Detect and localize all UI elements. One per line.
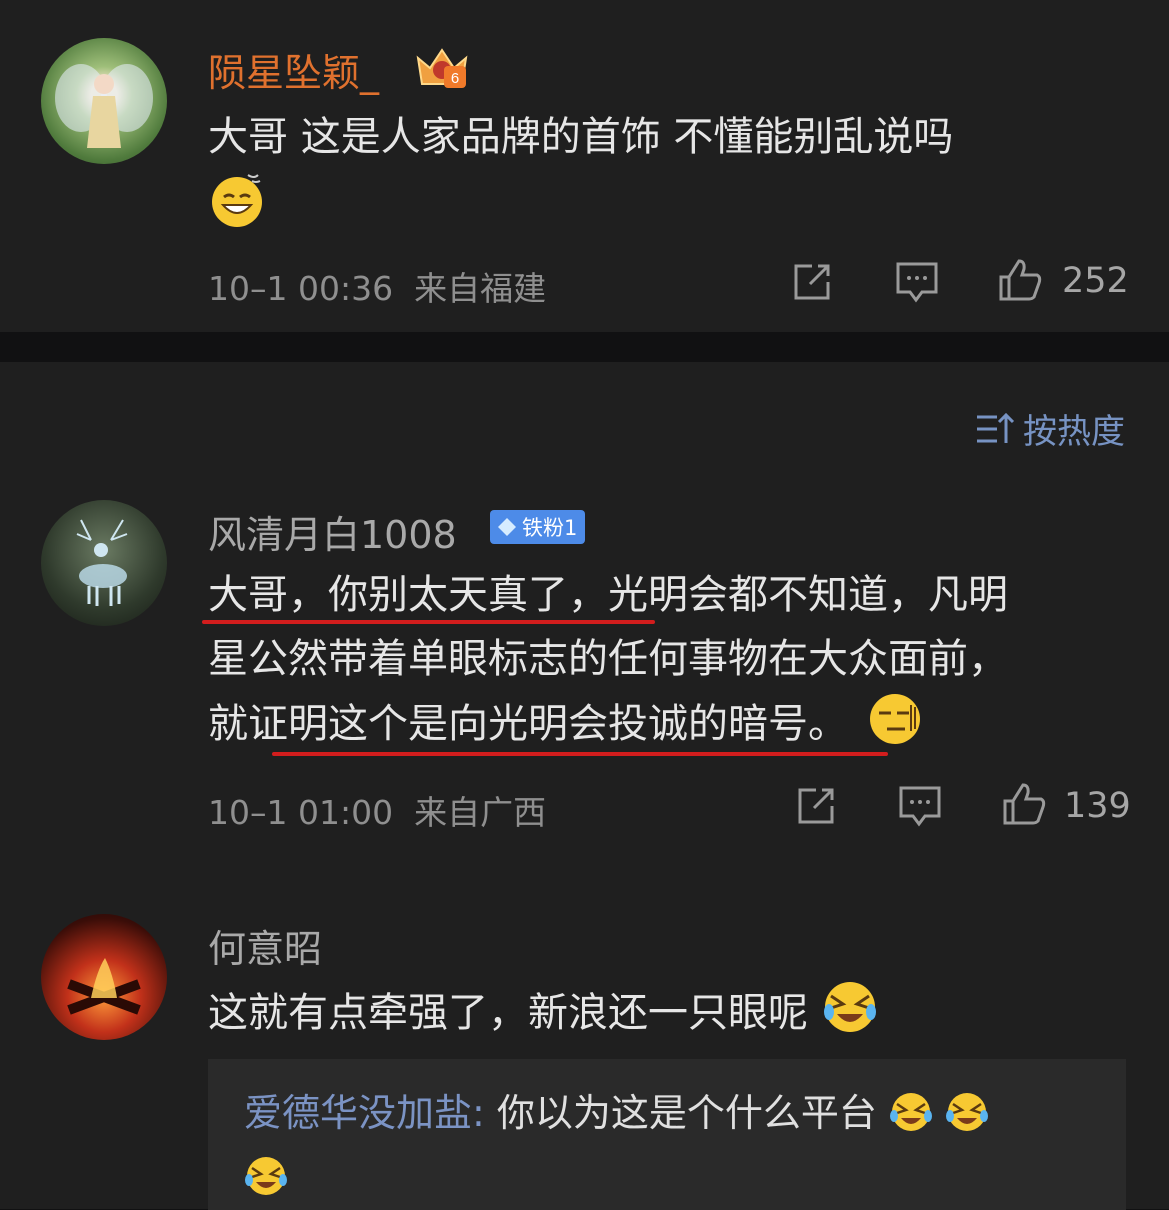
reply-separator: : [472,1091,497,1135]
share-icon[interactable] [788,258,836,306]
avatar[interactable] [41,38,167,164]
sort-label: 按热度 [1023,412,1125,452]
username[interactable]: 陨星坠颖_ [208,42,379,97]
reply-text: 爱德华没加盐: 你以为这是个什么平台 [244,1081,1104,1209]
diamond-icon [498,518,516,536]
smirk-emoji [869,694,920,744]
red-underline [202,620,655,624]
reply-content: 你以为这是个什么平台 [496,1091,877,1135]
laugh-cry-emoji [245,1157,287,1195]
fairy-avatar-image [55,64,153,148]
weibo-comments-screen: { "colors": {"background":"#111112","car… [0,0,1169,1210]
share-icon[interactable] [792,782,840,830]
comment-meta: 10–1 01:00 来自广西 [208,793,547,832]
like-icon[interactable] [1000,780,1048,828]
sort-icon [977,412,1015,443]
laugh-cry-emoji [890,1093,933,1131]
vip-crown-badge: 6 [414,44,470,90]
comment-text: 这就有点牵强了，新浪还一只眼呢 [208,978,1138,1045]
svg-text:6: 6 [451,70,459,87]
like-count: 252 [1062,261,1129,301]
fan-badge[interactable]: 铁粉1 [490,510,586,544]
reply-box[interactable]: 爱德华没加盐: 你以为这是个什么平台 [208,1059,1126,1210]
username[interactable]: 何意昭 [208,918,322,973]
laugh-cry-emoji [823,982,876,1032]
campfire-avatar-image [67,958,141,1015]
grinning-sweat-emoji [212,174,262,227]
red-underline [272,752,888,756]
like-count: 139 [1064,786,1131,826]
comment-icon[interactable] [893,258,941,306]
laugh-cry-emoji [946,1093,989,1131]
comment-text: 大哥 这是人家品牌的首饰 不懂能别乱说吗 [208,105,1108,238]
comment-text: 大哥，你别太天真了，光明会都不知道，凡明 星公然带着单眼标志的任何事物在大众面前… [208,572,1008,747]
reply-username[interactable]: 爱德华没加盐 [244,1091,472,1135]
avatar[interactable] [41,914,167,1040]
avatar[interactable] [41,500,167,626]
like-icon[interactable] [996,256,1044,304]
username[interactable]: 风清月白1008 [208,504,457,559]
comment-icon[interactable] [896,782,944,830]
comment-meta: 10–1 00:36 来自福建 [208,269,547,308]
sort-toggle[interactable]: 按热度 [975,404,1125,453]
deer-avatar-image [76,519,128,606]
fan-badge-label: 铁粉1 [522,516,578,540]
